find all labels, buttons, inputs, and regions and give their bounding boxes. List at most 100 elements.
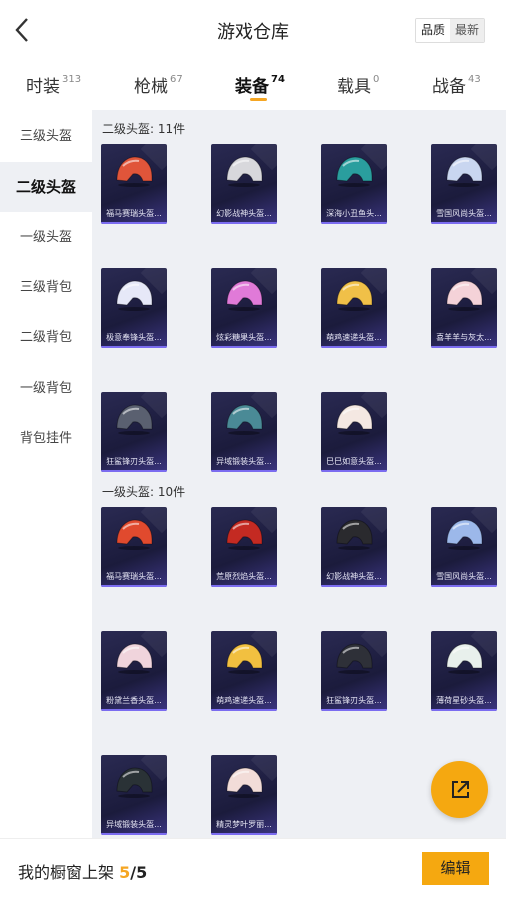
- sidebar-item-level3-helmet[interactable]: 三级头盔: [0, 112, 92, 162]
- share-out-icon: [451, 780, 469, 798]
- rarity-bar: [211, 222, 277, 224]
- tab-count: 0: [373, 74, 380, 86]
- section-title-level2: 二级头盔: 11件: [102, 122, 186, 136]
- sidebar-item-level2-helmet[interactable]: 二级头盔: [0, 162, 92, 212]
- item-card[interactable]: 雪国风尚头盔...: [431, 144, 497, 224]
- sidebar-item-level3-backpack[interactable]: 三级背包: [0, 263, 92, 313]
- item-card[interactable]: 荒原烈焰头盔...: [211, 507, 277, 587]
- sidebar-item-level1-backpack[interactable]: 一级背包: [0, 364, 92, 414]
- item-name: 炫彩糖果头盔...: [216, 333, 272, 342]
- item-card[interactable]: 雪国风尚头盔...: [431, 507, 497, 587]
- item-name: 狂鲨锋刃头盔...: [326, 696, 382, 705]
- item-name: 雪国风尚头盔...: [436, 209, 492, 218]
- item-grid-panel: 二级头盔: 11件 福马赛瑞头盔... 幻影战神头盔... 深海小丑鱼头... 雪国风…: [92, 110, 506, 838]
- item-card[interactable]: 巳巳如意头盔...: [321, 392, 387, 472]
- tab-count: 74: [271, 74, 285, 86]
- rarity-bar: [211, 346, 277, 348]
- sort-toggle: 品质 最新: [415, 18, 486, 43]
- rarity-bar: [101, 470, 167, 472]
- tab-supplies[interactable]: 战备 43: [432, 72, 481, 97]
- sort-latest-button[interactable]: 最新: [450, 19, 485, 42]
- item-card[interactable]: 狂鲨锋刃头盔...: [321, 631, 387, 711]
- item-name: 深海小丑鱼头...: [326, 209, 382, 218]
- active-tab-indicator: [250, 98, 267, 101]
- rarity-bar: [321, 585, 387, 587]
- rarity-bar: [211, 585, 277, 587]
- item-name: 萌鸡速递头盔...: [216, 696, 272, 705]
- tab-label: 战备: [432, 77, 466, 97]
- rarity-bar: [321, 470, 387, 472]
- showcase-bar: 我的橱窗上架 5/5 编辑: [0, 838, 506, 897]
- item-card[interactable]: 异域锻装头盔...: [101, 755, 167, 835]
- tab-label: 枪械: [134, 77, 168, 97]
- tab-label: 时装: [26, 77, 60, 97]
- sort-quality-button[interactable]: 品质: [416, 19, 451, 42]
- item-card[interactable]: 深海小丑鱼头...: [321, 144, 387, 224]
- rarity-bar: [431, 585, 497, 587]
- item-name: 幻影战神头盔...: [326, 572, 382, 581]
- rarity-bar: [211, 709, 277, 711]
- item-name: 粉黛兰香头盔...: [106, 696, 162, 705]
- tab-count: 313: [62, 74, 82, 86]
- tab-fashion[interactable]: 时装 313: [26, 72, 81, 97]
- item-card[interactable]: 喜羊羊与灰太...: [431, 268, 497, 348]
- rarity-bar: [321, 222, 387, 224]
- item-card[interactable]: 幻影战神头盔...: [211, 144, 277, 224]
- item-card[interactable]: 异域锻装头盔...: [211, 392, 277, 472]
- item-name: 幻影战神头盔...: [216, 209, 272, 218]
- item-card[interactable]: 粉黛兰香头盔...: [101, 631, 167, 711]
- item-name: 异域锻装头盔...: [216, 457, 272, 466]
- tab-count: 67: [170, 74, 183, 86]
- tab-label: 装备: [235, 77, 269, 97]
- sidebar-item-level1-helmet[interactable]: 一级头盔: [0, 213, 92, 263]
- item-name: 荒原烈焰头盔...: [216, 572, 272, 581]
- rarity-bar: [101, 346, 167, 348]
- item-card[interactable]: 炫彩糖果头盔...: [211, 268, 277, 348]
- section-title-level1: 一级头盔: 10件: [102, 485, 186, 499]
- item-name: 雪国风尚头盔...: [436, 572, 492, 581]
- sidebar-item-backpack-charm[interactable]: 背包挂件: [0, 414, 92, 464]
- item-card[interactable]: 极意奉锋头盔...: [101, 268, 167, 348]
- item-card[interactable]: 狂鲨锋刃头盔...: [101, 392, 167, 472]
- tab-equipment[interactable]: 装备 74: [235, 72, 285, 97]
- item-name: 福马赛瑞头盔...: [106, 572, 162, 581]
- header: 游戏仓库 品质 最新: [0, 0, 506, 60]
- rarity-bar: [431, 222, 497, 224]
- item-name: 薄荷星砂头盔...: [436, 696, 492, 705]
- tab-weapons[interactable]: 枪械 67: [134, 72, 183, 97]
- item-name: 萌鸡速递头盔...: [326, 333, 382, 342]
- item-name: 喜羊羊与灰太...: [436, 333, 492, 342]
- item-name: 狂鲨锋刃头盔...: [106, 457, 162, 466]
- rarity-bar: [431, 346, 497, 348]
- item-name: 极意奉锋头盔...: [106, 333, 162, 342]
- item-card[interactable]: 精灵梦叶罗丽...: [211, 755, 277, 835]
- showcase-count: 5: [119, 863, 131, 882]
- sidebar: 三级头盔 二级头盔 一级头盔 三级背包 二级背包 一级背包 背包挂件: [0, 110, 92, 838]
- showcase-label: 我的橱窗上架: [18, 863, 115, 882]
- share-button[interactable]: [431, 761, 488, 818]
- rarity-bar: [321, 346, 387, 348]
- rarity-bar: [211, 833, 277, 835]
- category-tabs: 时装 313 枪械 67 装备 74 载具 0 战备 43: [0, 60, 506, 110]
- rarity-bar: [101, 585, 167, 587]
- sidebar-item-level2-backpack[interactable]: 二级背包: [0, 313, 92, 363]
- item-name: 异域锻装头盔...: [106, 820, 162, 829]
- item-name: 福马赛瑞头盔...: [106, 209, 162, 218]
- item-card[interactable]: 薄荷星砂头盔...: [431, 631, 497, 711]
- item-card[interactable]: 幻影战神头盔...: [321, 507, 387, 587]
- item-card[interactable]: 福马赛瑞头盔...: [101, 144, 167, 224]
- item-name: 精灵梦叶罗丽...: [216, 820, 272, 829]
- tab-label: 载具: [337, 77, 371, 97]
- showcase-status: 我的橱窗上架 5/5: [18, 859, 147, 883]
- rarity-bar: [321, 709, 387, 711]
- tab-vehicles[interactable]: 载具 0: [337, 72, 379, 97]
- rarity-bar: [431, 709, 497, 711]
- edit-button[interactable]: 编辑: [422, 852, 489, 885]
- item-card[interactable]: 福马赛瑞头盔...: [101, 507, 167, 587]
- tab-count: 43: [468, 74, 481, 86]
- item-card[interactable]: 萌鸡速递头盔...: [321, 268, 387, 348]
- item-card[interactable]: 萌鸡速递头盔...: [211, 631, 277, 711]
- showcase-total: /5: [130, 863, 148, 882]
- rarity-bar: [211, 470, 277, 472]
- rarity-bar: [101, 222, 167, 224]
